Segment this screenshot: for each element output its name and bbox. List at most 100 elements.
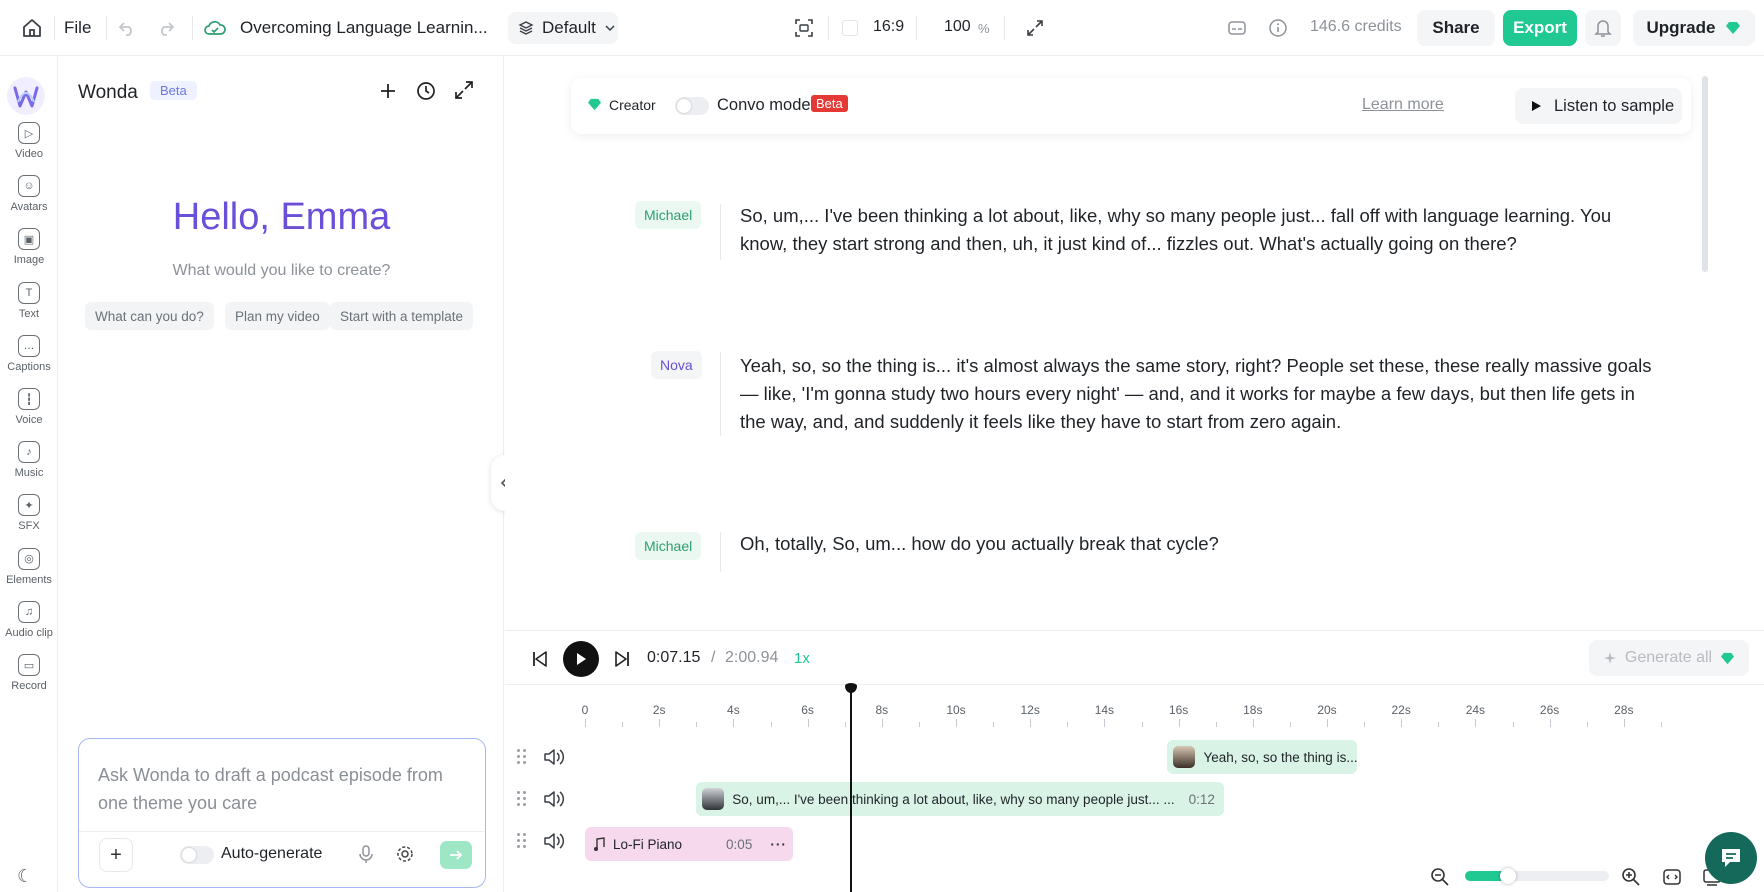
prompt-input[interactable]: Ask Wonda to draft a podcast episode fro… [78,738,486,888]
sfx-icon: ✦ [18,494,40,517]
file-menu[interactable]: File [64,18,91,38]
settings-icon[interactable] [395,844,415,864]
support-chat-button[interactable] [1705,832,1757,884]
zoom-slider[interactable] [1465,868,1609,884]
volume-icon[interactable] [543,747,565,767]
drag-handle[interactable] [517,749,527,765]
volume-icon[interactable] [543,831,565,851]
tick-label: 2s [652,703,666,717]
project-title[interactable]: Overcoming Language Learnin... [240,18,488,38]
expand-icon[interactable] [454,80,474,100]
rail-item-music[interactable]: ♪ Music [0,441,58,493]
tick-mark [1067,722,1069,727]
voice-clip[interactable]: So, um,... I've been thinking a lot abou… [696,782,1225,816]
beta-badge: Beta [150,81,197,100]
clip-label: Yeah, so, so the thing is... it's almost… [1203,749,1358,765]
playback-speed[interactable]: 1x [794,650,810,667]
speaker-tag[interactable]: Michael [635,532,702,560]
skip-back-icon[interactable] [531,650,549,668]
tick-mark [807,719,809,727]
tick-label: 6s [801,703,814,717]
tick-label: 24s [1465,703,1486,717]
export-button[interactable]: Export [1503,10,1577,46]
zoom-slider-thumb[interactable] [1500,868,1517,884]
suggestion-chip[interactable]: Start with a template [330,302,474,330]
scan-icon[interactable] [790,14,818,42]
rail-item-captions[interactable]: … Captions [0,334,58,387]
rail-item-label: Image [13,254,45,267]
tick-mark [1252,719,1254,727]
tick-mark [1289,722,1291,727]
attach-button[interactable]: + [99,838,133,872]
redo-icon[interactable] [152,14,180,42]
volume-icon[interactable] [543,789,565,809]
scrollbar[interactable] [1702,76,1708,272]
creator-label[interactable]: Creator [609,97,656,113]
play-button[interactable] [563,641,599,677]
more-icon[interactable]: ··· [770,837,787,852]
rail-item-audio-clip[interactable]: ♫ Audio clip [0,600,58,653]
fit-timeline-icon[interactable] [1662,867,1682,887]
tick-mark [585,719,586,727]
tick-label: 26s [1539,703,1560,717]
dialog-line[interactable]: Oh, totally, So, um... how do you actual… [740,530,1660,558]
speaker-tag[interactable]: Nova [651,351,702,379]
info-icon[interactable] [1264,14,1292,42]
playhead-handle[interactable] [845,683,858,693]
avatar [1173,746,1196,768]
rail-item-video[interactable]: ▷ Video [0,122,58,174]
convo-mode-toggle[interactable] [675,97,709,115]
notifications-button[interactable] [1585,10,1621,46]
upgrade-button[interactable]: Upgrade [1633,10,1755,46]
rail-item-elements[interactable]: ◎ Elements [0,547,58,600]
rail-item-sfx[interactable]: ✦ SFX [0,494,58,546]
drag-handle[interactable] [517,791,527,807]
music-clip[interactable]: Lo-Fi Piano 0:05 ··· [585,827,793,861]
layers-icon [518,21,534,35]
rail-item-label: Music [14,467,44,480]
rail-item-record[interactable]: ▭ Record [0,654,58,706]
voice-clip[interactable]: Yeah, so, so the thing is... it's almost… [1167,740,1358,774]
style-dropdown[interactable]: Default [508,12,618,44]
top-bar: File Overcoming Language Learnin... Defa… [0,0,1764,56]
history-icon[interactable] [415,80,437,102]
assistant-panel: Wonda Beta Hello, Emma What would you li… [59,56,504,892]
rail-item-avatars[interactable]: ☺ Avatars [0,175,58,227]
zoom-in-icon[interactable] [1621,867,1641,887]
learn-more-link[interactable]: Learn more [1362,96,1444,114]
suggestion-chip[interactable]: Plan my video [225,302,330,330]
play-icon [577,653,586,665]
zoom-value[interactable]: 100 [944,18,971,36]
playhead[interactable] [850,687,853,892]
time-separator: / [711,649,716,666]
auto-generate-toggle[interactable] [180,846,214,864]
speaker-tag[interactable]: Michael [635,201,702,229]
rail-item-image[interactable]: ▣ Image [0,228,58,280]
listen-sample-button[interactable]: Listen to sample [1515,88,1682,124]
tick-mark [1586,722,1588,727]
tick-mark [956,719,957,727]
generate-all-button[interactable]: Generate all [1589,640,1749,676]
zoom-out-icon[interactable] [1430,867,1450,887]
video-icon: ▷ [18,122,40,144]
skip-forward-icon[interactable] [613,650,631,668]
rail-item-text[interactable]: T Text [0,281,58,334]
rail-item-voice[interactable]: ┇ Voice [0,388,58,440]
fullscreen-icon[interactable] [1021,14,1049,42]
microphone-icon[interactable] [358,844,374,864]
subtitles-icon[interactable] [1223,14,1251,42]
dialog-line[interactable]: So, um,... I've been thinking a lot abou… [740,202,1660,258]
home-icon[interactable] [18,14,46,42]
undo-icon[interactable] [113,14,141,42]
greeting: Hello, Emma [172,196,391,238]
tick-label: 20s [1317,703,1337,717]
share-button[interactable]: Share [1417,10,1495,46]
drag-handle[interactable] [517,833,527,849]
aspect-ratio[interactable]: 16:9 [873,18,904,36]
suggestion-chip[interactable]: What can you do? [85,302,214,330]
new-chat-icon[interactable] [377,80,399,102]
send-button[interactable] [440,841,472,869]
dialog-line[interactable]: Yeah, so, so the thing is... it's almost… [740,352,1660,436]
prompt-placeholder[interactable]: Ask Wonda to draft a podcast episode fro… [98,761,468,817]
dark-mode-icon[interactable]: ☾ [17,866,33,887]
